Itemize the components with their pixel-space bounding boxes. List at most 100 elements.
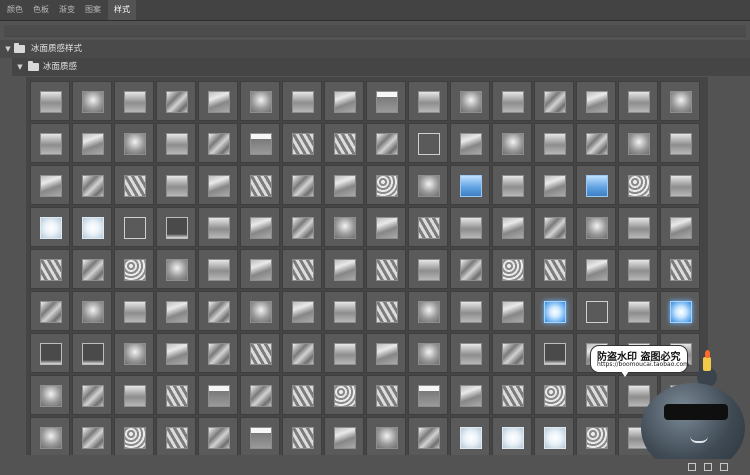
new-style-icon[interactable] — [704, 463, 712, 471]
style-swatch-tile[interactable] — [618, 249, 658, 289]
style-swatch-tile[interactable] — [492, 165, 532, 205]
style-group-sub[interactable]: ▼ 冰面质感 — [12, 58, 750, 76]
style-swatch-tile[interactable] — [156, 207, 196, 247]
style-swatch-tile[interactable] — [114, 165, 154, 205]
style-swatch-tile[interactable] — [282, 417, 322, 455]
style-swatch-tile[interactable] — [534, 375, 574, 415]
tab-gradients[interactable]: 渐变 — [56, 0, 78, 20]
style-swatch-tile[interactable] — [450, 333, 490, 373]
style-swatch-tile[interactable] — [618, 207, 658, 247]
style-swatch-tile[interactable] — [240, 123, 280, 163]
style-swatch-tile[interactable] — [156, 417, 196, 455]
style-swatch-tile[interactable] — [30, 207, 70, 247]
style-swatch-tile[interactable] — [30, 249, 70, 289]
style-swatch-tile[interactable] — [366, 375, 406, 415]
style-swatch-tile[interactable] — [282, 123, 322, 163]
style-swatch-tile[interactable] — [240, 207, 280, 247]
style-swatch-tile[interactable] — [324, 291, 364, 331]
style-swatch-tile[interactable] — [408, 207, 448, 247]
style-swatch-tile[interactable] — [660, 207, 700, 247]
style-swatch-tile[interactable] — [450, 375, 490, 415]
style-swatch-tile[interactable] — [282, 375, 322, 415]
style-swatch-tile[interactable] — [30, 165, 70, 205]
style-swatch-tile[interactable] — [72, 291, 112, 331]
style-swatch-tile[interactable] — [576, 291, 616, 331]
style-swatch-tile[interactable] — [324, 249, 364, 289]
style-swatch-tile[interactable] — [240, 417, 280, 455]
style-swatch-tile[interactable] — [156, 333, 196, 373]
style-swatch-tile[interactable] — [72, 249, 112, 289]
style-swatch-tile[interactable] — [282, 249, 322, 289]
style-swatch-tile[interactable] — [156, 123, 196, 163]
style-swatch-tile[interactable] — [324, 207, 364, 247]
style-swatch-tile[interactable] — [156, 81, 196, 121]
style-swatch-tile[interactable] — [660, 81, 700, 121]
style-swatch-tile[interactable] — [324, 81, 364, 121]
style-swatch-tile[interactable] — [450, 81, 490, 121]
new-group-icon[interactable] — [688, 463, 696, 471]
style-swatch-tile[interactable] — [114, 207, 154, 247]
style-swatch-tile[interactable] — [450, 123, 490, 163]
style-swatch-tile[interactable] — [72, 81, 112, 121]
style-swatch-tile[interactable] — [198, 333, 238, 373]
style-swatch-tile[interactable] — [156, 375, 196, 415]
style-swatch-tile[interactable] — [72, 123, 112, 163]
style-swatch-tile[interactable] — [282, 333, 322, 373]
style-swatch-tile[interactable] — [408, 165, 448, 205]
style-swatch-tile[interactable] — [324, 165, 364, 205]
style-swatch-tile[interactable] — [492, 249, 532, 289]
style-swatch-tile[interactable] — [534, 123, 574, 163]
style-swatch-tile[interactable] — [450, 249, 490, 289]
style-swatch-tile[interactable] — [198, 375, 238, 415]
style-swatch-tile[interactable] — [198, 417, 238, 455]
tab-color[interactable]: 颜色 — [4, 0, 26, 20]
style-swatch-tile[interactable] — [576, 249, 616, 289]
style-swatch-tile[interactable] — [366, 207, 406, 247]
style-swatch-tile[interactable] — [282, 81, 322, 121]
style-swatch-tile[interactable] — [198, 249, 238, 289]
style-swatch-tile[interactable] — [114, 249, 154, 289]
style-swatch-tile[interactable] — [576, 417, 616, 455]
delete-icon[interactable] — [720, 463, 728, 471]
style-swatch-tile[interactable] — [366, 249, 406, 289]
style-swatch-tile[interactable] — [366, 417, 406, 455]
tab-styles[interactable]: 样式 — [108, 0, 136, 20]
style-swatch-tile[interactable] — [114, 291, 154, 331]
style-swatch-tile[interactable] — [408, 123, 448, 163]
style-swatch-tile[interactable] — [660, 291, 700, 331]
style-swatch-tile[interactable] — [366, 291, 406, 331]
style-swatch-tile[interactable] — [576, 375, 616, 415]
style-swatch-tile[interactable] — [534, 207, 574, 247]
style-swatch-tile[interactable] — [72, 333, 112, 373]
style-swatch-tile[interactable] — [282, 207, 322, 247]
style-swatch-tile[interactable] — [408, 249, 448, 289]
style-swatch-tile[interactable] — [72, 417, 112, 455]
style-swatch-tile[interactable] — [576, 81, 616, 121]
style-swatch-tile[interactable] — [30, 333, 70, 373]
style-swatch-tile[interactable] — [492, 417, 532, 455]
style-swatch-tile[interactable] — [492, 123, 532, 163]
styles-search-field[interactable] — [4, 25, 746, 37]
style-swatch-tile[interactable] — [408, 81, 448, 121]
style-swatch-tile[interactable] — [576, 165, 616, 205]
style-swatch-tile[interactable] — [30, 123, 70, 163]
style-swatch-tile[interactable] — [114, 123, 154, 163]
style-swatch-tile[interactable] — [30, 375, 70, 415]
style-swatch-tile[interactable] — [72, 375, 112, 415]
style-swatch-tile[interactable] — [534, 291, 574, 331]
style-swatch-tile[interactable] — [618, 81, 658, 121]
style-swatch-tile[interactable] — [366, 81, 406, 121]
style-swatch-tile[interactable] — [660, 249, 700, 289]
style-swatch-tile[interactable] — [240, 375, 280, 415]
style-swatch-tile[interactable] — [408, 375, 448, 415]
style-swatch-tile[interactable] — [240, 165, 280, 205]
style-swatch-tile[interactable] — [408, 333, 448, 373]
style-swatch-tile[interactable] — [408, 291, 448, 331]
style-swatch-tile[interactable] — [156, 165, 196, 205]
style-swatch-tile[interactable] — [324, 123, 364, 163]
style-swatch-tile[interactable] — [324, 417, 364, 455]
style-swatch-tile[interactable] — [534, 249, 574, 289]
style-swatch-tile[interactable] — [324, 333, 364, 373]
tab-swatches[interactable]: 色板 — [30, 0, 52, 20]
style-swatch-tile[interactable] — [366, 165, 406, 205]
